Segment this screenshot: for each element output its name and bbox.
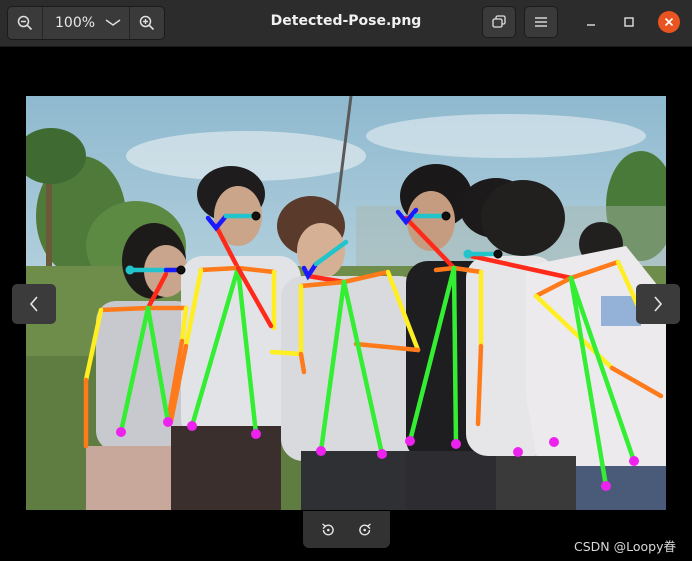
header-bar: 100% Detected-Pose.png [0, 0, 692, 47]
displayed-image [26, 96, 666, 510]
rotate-right-icon [359, 522, 372, 535]
chevron-left-icon [29, 296, 38, 312]
rotate-left-icon [321, 522, 334, 535]
pose-photo-illustration [26, 96, 666, 510]
previous-image-button[interactable] [12, 284, 56, 324]
rotate-left-button[interactable] [312, 516, 344, 544]
watermark-text: CSDN @Loopy眷 [574, 539, 676, 554]
next-image-button[interactable] [636, 284, 680, 324]
rotate-right-button[interactable] [349, 516, 381, 544]
close-button[interactable] [658, 11, 680, 33]
minimize-icon [587, 24, 595, 26]
chevron-right-icon [654, 296, 663, 312]
minimize-button[interactable] [578, 9, 604, 35]
maximize-icon [624, 17, 634, 27]
maximize-button[interactable] [616, 9, 642, 35]
view-mode-button[interactable] [482, 6, 516, 38]
rotate-controls [303, 511, 390, 548]
copy-window-icon [492, 15, 506, 28]
main-menu-button[interactable] [524, 6, 558, 38]
hamburger-icon [535, 17, 547, 27]
close-icon [664, 17, 674, 27]
